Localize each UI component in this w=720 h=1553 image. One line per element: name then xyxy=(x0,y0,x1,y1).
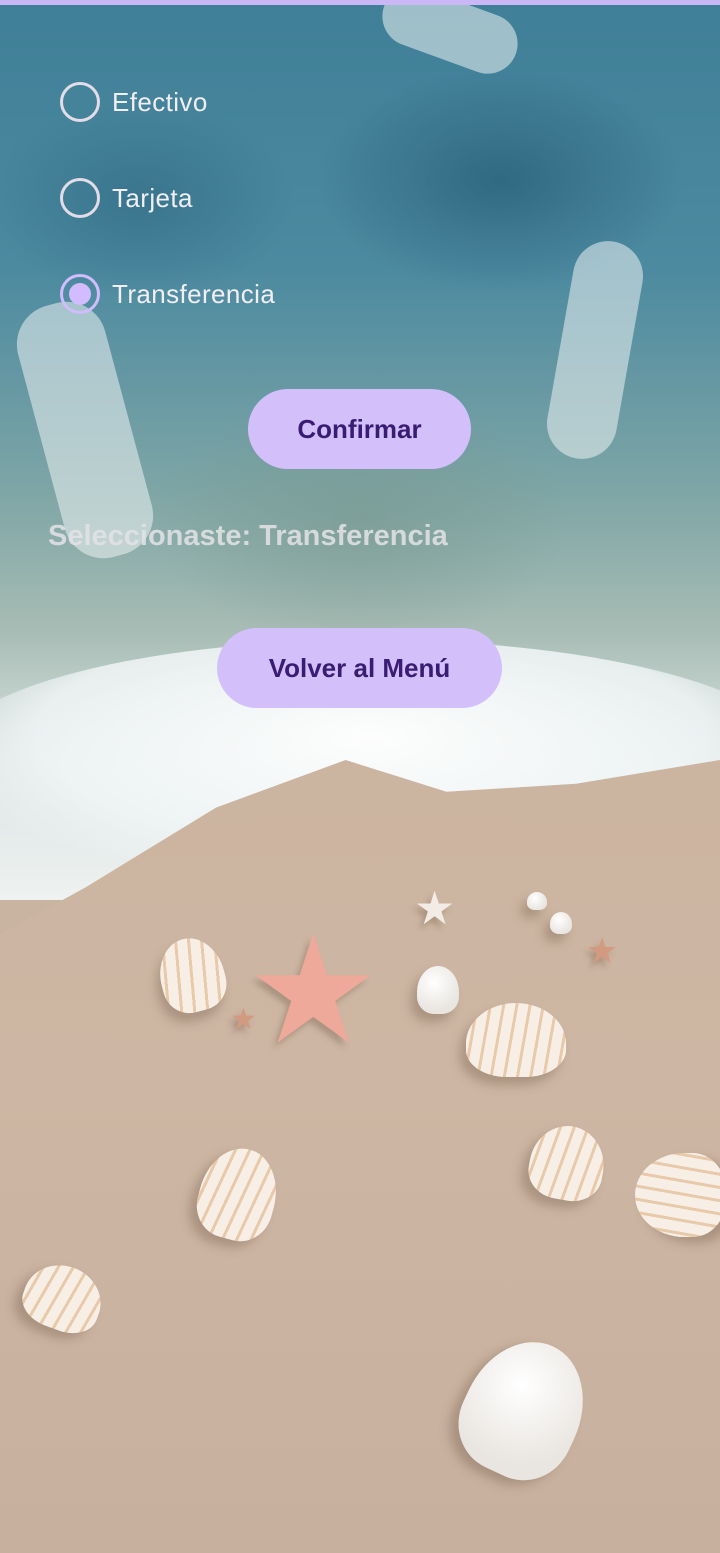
starfish-image: ★ xyxy=(246,906,381,1074)
confirm-button[interactable]: Confirmar xyxy=(248,389,471,469)
back-to-menu-button[interactable]: Volver al Menú xyxy=(217,628,502,708)
radio-label: Transferencia xyxy=(112,278,276,309)
radio-unchecked-icon[interactable] xyxy=(60,82,100,122)
status-bar-strip xyxy=(0,0,720,5)
radio-label: Efectivo xyxy=(112,86,208,117)
sand xyxy=(0,760,720,1553)
radio-label: Tarjeta xyxy=(112,182,193,213)
pebble-image xyxy=(550,912,572,934)
seashell-image xyxy=(417,966,459,1014)
starfish-image: ★ xyxy=(586,930,619,971)
selection-result-text: Seleccionaste: Transferencia xyxy=(48,520,448,552)
radio-checked-icon[interactable] xyxy=(60,274,100,314)
radio-option-tarjeta[interactable]: Tarjeta xyxy=(60,174,380,222)
radio-unchecked-icon[interactable] xyxy=(60,178,100,218)
starfish-image: ★ xyxy=(414,882,456,934)
beach-background: ★ ★ ★ ★ xyxy=(0,0,720,1553)
radio-option-efectivo[interactable]: Efectivo xyxy=(60,78,380,126)
starfish-image: ★ xyxy=(230,1003,257,1036)
pebble-image xyxy=(527,892,547,910)
seashell-image xyxy=(466,1003,566,1077)
radio-selected-dot xyxy=(69,283,91,305)
radio-option-transferencia[interactable]: Transferencia xyxy=(60,270,380,318)
